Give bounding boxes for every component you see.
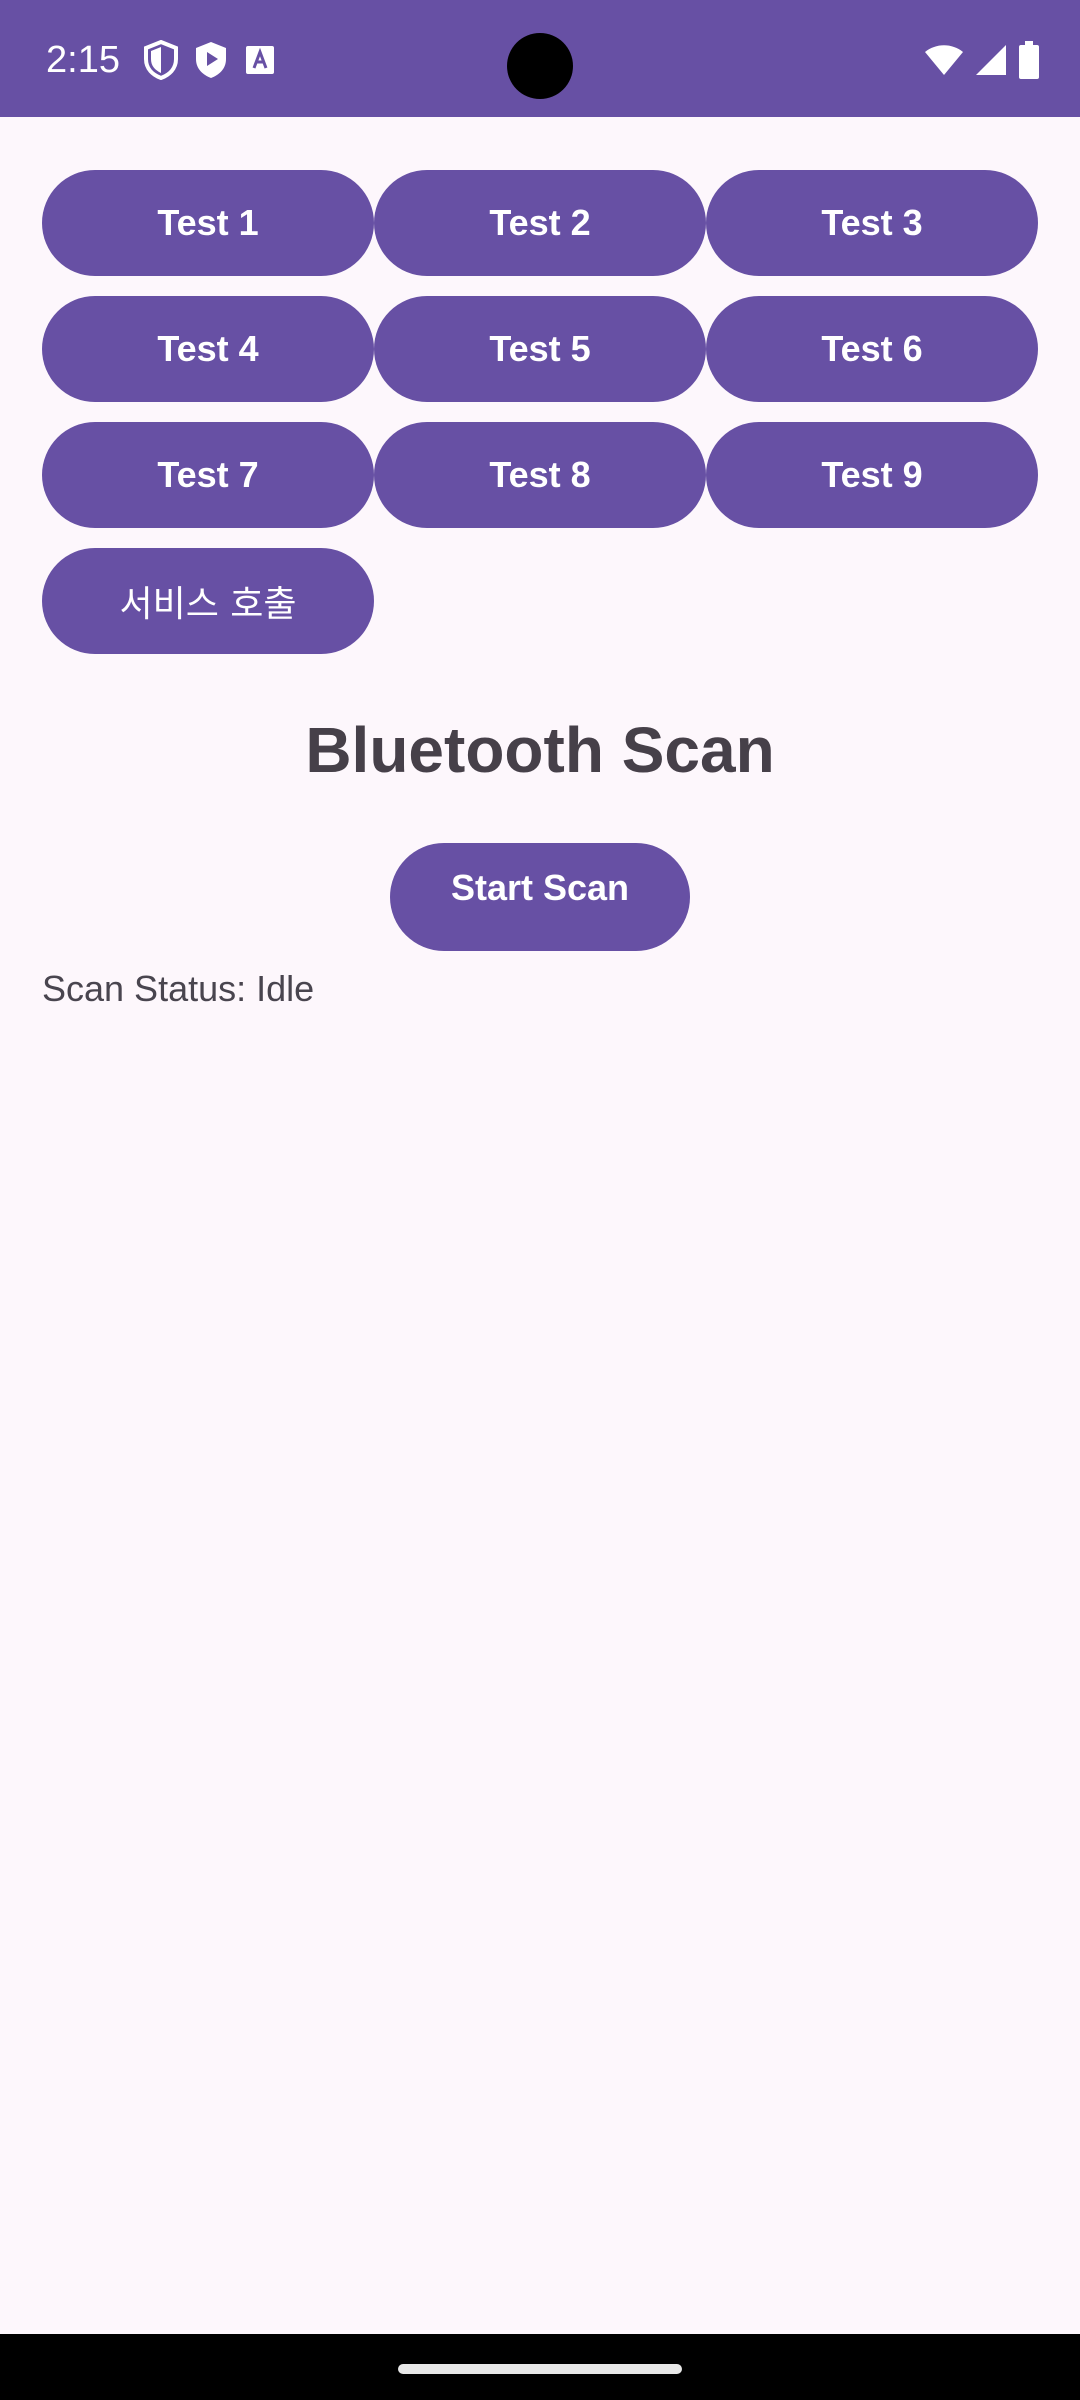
test-7-button[interactable]: Test 7 (42, 422, 374, 528)
test-5-button[interactable]: Test 5 (374, 296, 706, 402)
navigation-bar (0, 2334, 1080, 2400)
shield-icon (143, 40, 179, 80)
test-button-grid: Test 1 Test 2 Test 3 Test 4 Test 5 Test … (42, 170, 1038, 654)
test-1-button[interactable]: Test 1 (42, 170, 374, 276)
test-8-button[interactable]: Test 8 (374, 422, 706, 528)
play-shield-icon (193, 40, 229, 80)
font-icon (243, 43, 277, 77)
status-time: 2:15 (46, 39, 120, 81)
test-6-button[interactable]: Test 6 (706, 296, 1038, 402)
status-system-icons (924, 38, 1040, 82)
status-notification-icons (143, 38, 277, 82)
test-4-button[interactable]: Test 4 (42, 296, 374, 402)
home-gesture-handle[interactable] (398, 2364, 682, 2374)
test-3-button[interactable]: Test 3 (706, 170, 1038, 276)
battery-icon (1018, 41, 1040, 79)
camera-cutout (507, 33, 573, 99)
start-scan-button[interactable]: Start Scan (390, 843, 690, 951)
test-9-button[interactable]: Test 9 (706, 422, 1038, 528)
page-title: Bluetooth Scan (305, 714, 775, 786)
app-screen: 2:15 Test 1 Test 2 Test 3 Test 4 Test 5 … (0, 0, 1080, 2400)
wifi-icon (924, 43, 964, 77)
status-bar: 2:15 (0, 0, 1080, 117)
cell-signal-icon (974, 43, 1008, 77)
test-2-button[interactable]: Test 2 (374, 170, 706, 276)
service-call-button[interactable]: 서비스 호출 (42, 548, 374, 654)
scan-status-text: Scan Status: Idle (42, 968, 315, 1009)
